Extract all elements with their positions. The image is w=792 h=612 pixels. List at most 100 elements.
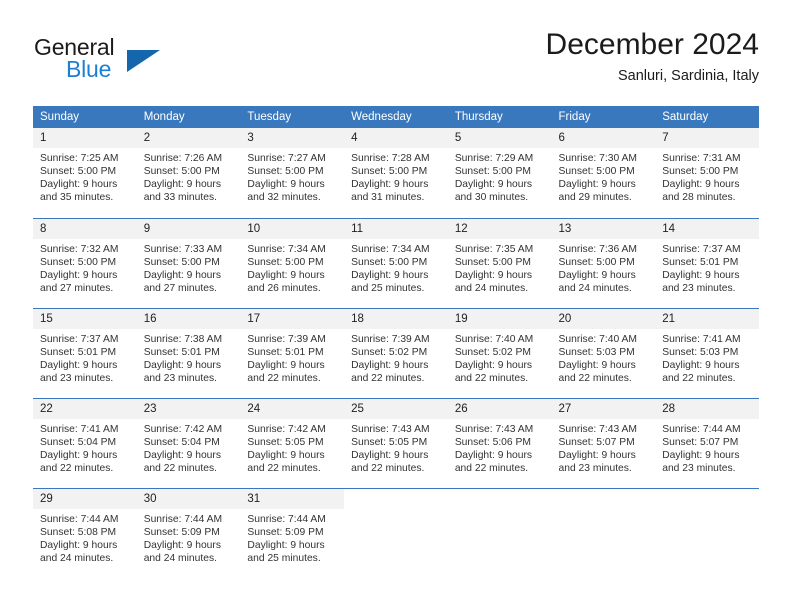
daylight-text-line1: Daylight: 9 hours [351, 359, 429, 371]
day-number: 8 [33, 218, 137, 239]
calendar-day-cell[interactable]: 29 Sunrise: 7:44 AM Sunset: 5:08 PM Dayl… [33, 487, 137, 578]
weekday-header-saturday: Saturday [655, 106, 759, 128]
calendar-day-cell[interactable]: 16 Sunrise: 7:38 AM Sunset: 5:01 PM Dayl… [136, 307, 241, 398]
daylight-text-line1: Daylight: 9 hours [247, 269, 325, 281]
sunset-text: Sunset: 5:05 PM [247, 436, 324, 448]
sunrise-text: Sunrise: 7:42 AM [143, 423, 223, 435]
sunset-text: Sunset: 5:02 PM [351, 346, 428, 358]
daylight-text-line1: Daylight: 9 hours [454, 359, 533, 371]
calendar-day-cell[interactable]: 5 Sunrise: 7:29 AM Sunset: 5:00 PM Dayli… [447, 128, 552, 218]
daylight-text-line1: Daylight: 9 hours [143, 359, 221, 371]
page-header: General Blue December 2024 Sanluri, Sard… [33, 26, 759, 94]
day-details: Sunrise: 7:42 AM Sunset: 5:05 PM Dayligh… [240, 419, 344, 475]
general-blue-logo[interactable]: General Blue [33, 34, 263, 90]
daylight-text-line1: Daylight: 9 hours [662, 359, 740, 371]
calendar-day-cell[interactable]: 2 Sunrise: 7:26 AM Sunset: 5:00 PM Dayli… [136, 128, 241, 218]
day-number: 19 [447, 308, 552, 329]
day-details: Sunrise: 7:31 AM Sunset: 5:00 PM Dayligh… [655, 148, 759, 204]
page-title: December 2024 [545, 28, 759, 61]
calendar-day-cell[interactable]: 14 Sunrise: 7:37 AM Sunset: 5:01 PM Dayl… [655, 217, 759, 308]
calendar-day-cell[interactable]: 23 Sunrise: 7:42 AM Sunset: 5:04 PM Dayl… [136, 397, 241, 488]
daylight-text-line1: Daylight: 9 hours [40, 539, 118, 551]
daylight-text-line1: Daylight: 9 hours [662, 269, 740, 281]
day-details: Sunrise: 7:44 AM Sunset: 5:08 PM Dayligh… [33, 509, 137, 565]
sunset-text: Sunset: 5:00 PM [662, 166, 739, 178]
daylight-text-line1: Daylight: 9 hours [40, 179, 118, 191]
sunset-text: Sunset: 5:00 PM [351, 256, 428, 268]
calendar-day-cell[interactable]: 20 Sunrise: 7:40 AM Sunset: 5:03 PM Dayl… [551, 307, 656, 398]
daylight-text-line1: Daylight: 9 hours [143, 539, 221, 551]
day-number: 13 [551, 218, 656, 239]
calendar-day-cell[interactable]: 7 Sunrise: 7:31 AM Sunset: 5:00 PM Dayli… [655, 128, 759, 218]
sunset-text: Sunset: 5:00 PM [558, 256, 635, 268]
calendar-day-cell[interactable]: 19 Sunrise: 7:40 AM Sunset: 5:02 PM Dayl… [447, 307, 552, 398]
day-details: Sunrise: 7:32 AM Sunset: 5:00 PM Dayligh… [33, 239, 137, 295]
day-number [655, 489, 759, 509]
daylight-text-line2: and 32 minutes. [247, 192, 321, 204]
calendar-day-cell[interactable]: 17 Sunrise: 7:39 AM Sunset: 5:01 PM Dayl… [240, 307, 345, 398]
calendar-day-cell[interactable]: 10 Sunrise: 7:34 AM Sunset: 5:00 PM Dayl… [240, 217, 345, 308]
calendar-week-row: 1 Sunrise: 7:25 AM Sunset: 5:00 PM Dayli… [33, 128, 759, 218]
sunrise-text: Sunrise: 7:42 AM [247, 423, 326, 435]
day-details: Sunrise: 7:26 AM Sunset: 5:00 PM Dayligh… [137, 148, 241, 204]
calendar-day-cell[interactable]: 27 Sunrise: 7:43 AM Sunset: 5:07 PM Dayl… [551, 397, 656, 488]
sunset-text: Sunset: 5:03 PM [558, 346, 635, 358]
calendar-day-cell[interactable]: 18 Sunrise: 7:39 AM Sunset: 5:02 PM Dayl… [344, 307, 448, 398]
day-details: Sunrise: 7:36 AM Sunset: 5:00 PM Dayligh… [552, 239, 656, 295]
logo-triangle-icon [127, 50, 160, 72]
day-number: 22 [33, 398, 137, 419]
sunset-text: Sunset: 5:07 PM [558, 436, 635, 448]
day-number: 27 [551, 398, 656, 419]
calendar-day-cell[interactable]: 1 Sunrise: 7:25 AM Sunset: 5:00 PM Dayli… [33, 128, 137, 218]
weekday-header-sunday: Sunday [33, 106, 137, 128]
calendar-day-cell-empty [447, 487, 552, 578]
daylight-text-line2: and 27 minutes. [40, 282, 114, 294]
calendar-day-cell[interactable]: 31 Sunrise: 7:44 AM Sunset: 5:09 PM Dayl… [240, 487, 345, 578]
calendar-day-cell[interactable]: 21 Sunrise: 7:41 AM Sunset: 5:03 PM Dayl… [655, 307, 759, 398]
daylight-text-line1: Daylight: 9 hours [662, 449, 740, 461]
calendar-day-cell[interactable]: 28 Sunrise: 7:44 AM Sunset: 5:07 PM Dayl… [655, 397, 759, 488]
calendar-day-cell[interactable]: 15 Sunrise: 7:37 AM Sunset: 5:01 PM Dayl… [33, 307, 137, 398]
weekday-header-monday: Monday [136, 106, 241, 128]
calendar-day-cell-empty [344, 487, 448, 578]
sunset-text: Sunset: 5:08 PM [40, 526, 117, 538]
daylight-text-line2: and 23 minutes. [662, 462, 736, 474]
calendar-day-cell[interactable]: 11 Sunrise: 7:34 AM Sunset: 5:00 PM Dayl… [344, 217, 448, 308]
logo-text-blue: Blue [66, 56, 112, 82]
calendar-day-cell[interactable]: 30 Sunrise: 7:44 AM Sunset: 5:09 PM Dayl… [136, 487, 241, 578]
calendar-day-cell[interactable]: 3 Sunrise: 7:27 AM Sunset: 5:00 PM Dayli… [240, 128, 345, 218]
sunrise-text: Sunrise: 7:40 AM [558, 333, 637, 345]
sunrise-text: Sunrise: 7:40 AM [454, 333, 534, 345]
daylight-text-line1: Daylight: 9 hours [558, 269, 636, 281]
sunrise-text: Sunrise: 7:37 AM [40, 333, 119, 345]
calendar-day-cell[interactable]: 6 Sunrise: 7:30 AM Sunset: 5:00 PM Dayli… [551, 128, 656, 218]
sunset-text: Sunset: 5:01 PM [662, 256, 739, 268]
calendar-day-cell[interactable]: 22 Sunrise: 7:41 AM Sunset: 5:04 PM Dayl… [33, 397, 137, 488]
calendar-week-row: 15 Sunrise: 7:37 AM Sunset: 5:01 PM Dayl… [33, 307, 759, 398]
daylight-text-line1: Daylight: 9 hours [662, 179, 740, 191]
day-number: 24 [240, 398, 345, 419]
daylight-text-line2: and 22 minutes. [454, 372, 529, 384]
daylight-text-line2: and 31 minutes. [351, 192, 425, 204]
daylight-text-line2: and 22 minutes. [247, 372, 321, 384]
calendar-day-cell[interactable]: 24 Sunrise: 7:42 AM Sunset: 5:05 PM Dayl… [240, 397, 345, 488]
sunset-text: Sunset: 5:00 PM [351, 166, 428, 178]
calendar-day-cell[interactable]: 13 Sunrise: 7:36 AM Sunset: 5:00 PM Dayl… [551, 217, 656, 308]
calendar-day-cell[interactable]: 9 Sunrise: 7:33 AM Sunset: 5:00 PM Dayli… [136, 217, 241, 308]
calendar-day-cell[interactable]: 26 Sunrise: 7:43 AM Sunset: 5:06 PM Dayl… [447, 397, 552, 488]
day-number: 25 [344, 398, 448, 419]
calendar-day-cell[interactable]: 8 Sunrise: 7:32 AM Sunset: 5:00 PM Dayli… [33, 217, 137, 308]
day-number: 17 [240, 308, 345, 329]
daylight-text-line1: Daylight: 9 hours [351, 179, 429, 191]
calendar-day-cell[interactable]: 25 Sunrise: 7:43 AM Sunset: 5:05 PM Dayl… [344, 397, 448, 488]
calendar-day-cell[interactable]: 12 Sunrise: 7:35 AM Sunset: 5:00 PM Dayl… [447, 217, 552, 308]
calendar-day-cell[interactable]: 4 Sunrise: 7:28 AM Sunset: 5:00 PM Dayli… [344, 128, 448, 218]
title-block: December 2024 Sanluri, Sardinia, Italy [546, 26, 759, 86]
calendar-table: Sunday Monday Tuesday Wednesday Thursday… [33, 106, 759, 578]
calendar-week-row: 29 Sunrise: 7:44 AM Sunset: 5:08 PM Dayl… [33, 487, 759, 578]
sunrise-text: Sunrise: 7:34 AM [351, 243, 430, 255]
daylight-text-line2: and 23 minutes. [143, 372, 217, 384]
day-number: 10 [240, 218, 345, 239]
day-number [552, 489, 656, 509]
daylight-text-line2: and 23 minutes. [662, 282, 736, 294]
